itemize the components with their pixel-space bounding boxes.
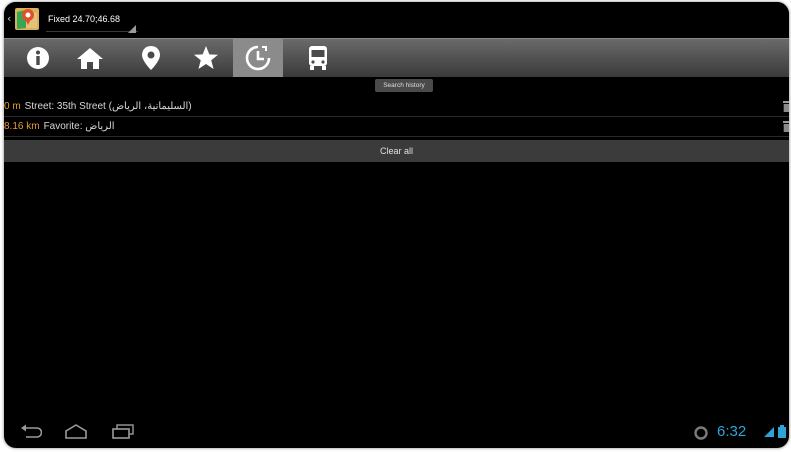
star-icon <box>194 46 218 69</box>
trash-icon[interactable] <box>783 101 789 112</box>
history-label: Street: 35th Street (السليمانية، الرياض) <box>24 101 192 112</box>
back-chevron-icon[interactable]: ‹ <box>7 12 11 25</box>
home-button[interactable] <box>65 39 115 77</box>
history-row[interactable]: 8.16 km Favorite: الرياض <box>4 118 789 135</box>
info-icon <box>27 47 49 69</box>
bus-icon <box>309 46 327 70</box>
favorites-button[interactable] <box>181 39 231 77</box>
history-label: Favorite: الرياض <box>43 121 115 132</box>
trash-icon[interactable] <box>783 121 789 132</box>
location-button[interactable] <box>126 39 176 77</box>
title-bar: ‹ Fixed 24.70;46.68 <box>4 2 789 38</box>
system-nav-bar: 6:32 <box>4 418 789 448</box>
back-icon[interactable] <box>20 424 42 440</box>
dropdown-corner-icon <box>128 25 136 33</box>
toolbar <box>4 38 789 77</box>
row-divider <box>4 116 789 117</box>
clock: 6:32 <box>717 423 747 440</box>
history-distance: 8.16 km <box>4 121 40 132</box>
home-nav-icon[interactable] <box>64 424 88 440</box>
recent-apps-icon[interactable] <box>112 424 134 440</box>
sync-status-icon <box>694 426 708 440</box>
location-title: Fixed 24.70;46.68 <box>48 14 121 24</box>
info-button[interactable] <box>13 39 63 77</box>
history-row[interactable]: 0 m Street: 35th Street (السليمانية، الري… <box>4 98 789 115</box>
title-underline <box>46 31 138 32</box>
app-window: ‹ Fixed 24.70;46.68 Search history 0 m S… <box>4 2 789 448</box>
home-icon <box>77 48 103 69</box>
search-history-button[interactable] <box>233 39 283 77</box>
signal-icon <box>764 427 774 437</box>
clear-all-button[interactable]: Clear all <box>4 140 789 162</box>
history-distance: 0 m <box>4 101 21 112</box>
row-divider <box>4 136 789 137</box>
location-pin-icon <box>142 46 160 70</box>
battery-icon <box>778 425 786 438</box>
map-app-icon[interactable] <box>12 4 42 34</box>
history-clock-icon <box>245 45 271 71</box>
search-history-tooltip: Search history <box>375 79 433 92</box>
transport-button[interactable] <box>293 39 343 77</box>
